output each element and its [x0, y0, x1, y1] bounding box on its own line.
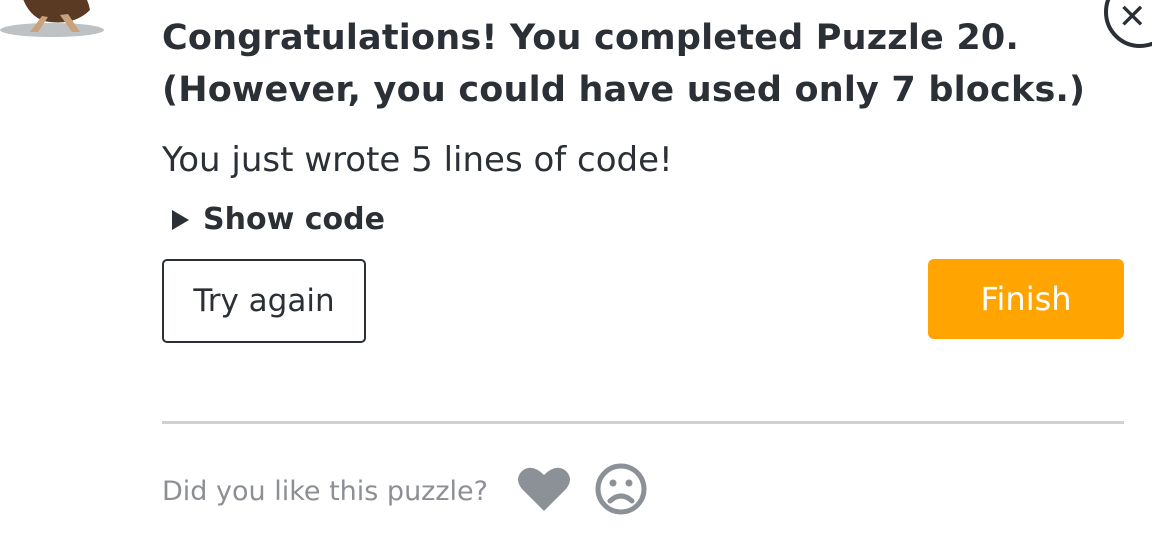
- disclosure-triangle-icon: [172, 209, 189, 230]
- sad-face-icon[interactable]: [594, 462, 648, 520]
- try-again-button[interactable]: Try again: [162, 259, 366, 343]
- dialog-content: Congratulations! You completed Puzzle 20…: [162, 12, 1124, 345]
- show-code-toggle[interactable]: Show code: [162, 202, 1124, 237]
- show-code-label: Show code: [203, 202, 385, 237]
- title-line-2: (However, you could have used only 7 blo…: [162, 70, 1086, 110]
- dialog-buttons: Try again Finish: [162, 259, 1124, 345]
- divider: [162, 421, 1124, 424]
- puzzle-complete-dialog: ✕ Congratulations! You completed Puzzle …: [0, 0, 1152, 540]
- puzzle-feedback: Did you like this puzzle?: [162, 462, 648, 520]
- heart-icon[interactable]: [516, 465, 572, 517]
- lines-of-code-message: You just wrote 5 lines of code!: [162, 140, 673, 180]
- feedback-question: Did you like this puzzle?: [162, 475, 488, 507]
- title-line-1: Congratulations! You completed Puzzle 20…: [162, 18, 1019, 58]
- character-image: [0, 0, 104, 37]
- finish-button[interactable]: Finish: [928, 259, 1124, 339]
- completion-title: Congratulations! You completed Puzzle 20…: [162, 12, 1124, 116]
